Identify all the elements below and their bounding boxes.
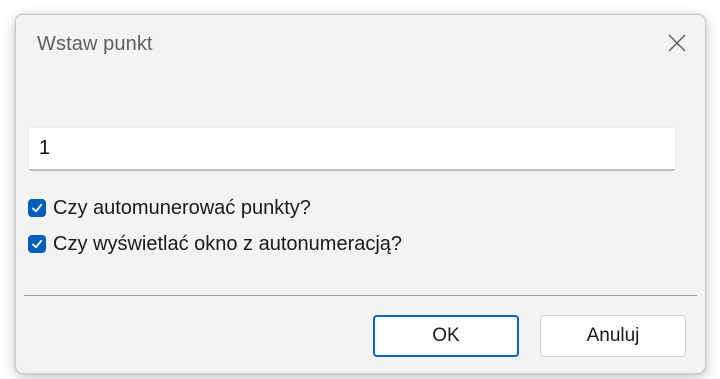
show-autonumber-window-checkbox[interactable] bbox=[28, 235, 46, 253]
checkmark-icon bbox=[32, 239, 43, 249]
ok-button[interactable]: OK bbox=[373, 315, 519, 357]
show-autonumber-window-label: Czy wyświetlać okno z autonumeracją? bbox=[53, 232, 403, 255]
backdrop: Wstaw punkt Czy automunerować punkty? bbox=[0, 0, 720, 379]
auto-number-label: Czy automunerować punkty? bbox=[53, 196, 311, 219]
close-icon bbox=[668, 34, 686, 52]
dialog-title: Wstaw punkt bbox=[37, 33, 153, 55]
cancel-button[interactable]: Anuluj bbox=[540, 315, 686, 357]
auto-number-checkbox[interactable] bbox=[28, 199, 46, 217]
show-autonumber-window-option[interactable]: Czy wyświetlać okno z autonumeracją? bbox=[28, 231, 402, 257]
checkmark-icon bbox=[32, 203, 43, 213]
footer-divider bbox=[24, 295, 697, 296]
insert-point-dialog: Wstaw punkt Czy automunerować punkty? bbox=[15, 14, 706, 374]
point-number-input[interactable] bbox=[28, 127, 676, 171]
auto-number-option[interactable]: Czy automunerować punkty? bbox=[28, 195, 311, 221]
close-button[interactable] bbox=[657, 23, 697, 63]
